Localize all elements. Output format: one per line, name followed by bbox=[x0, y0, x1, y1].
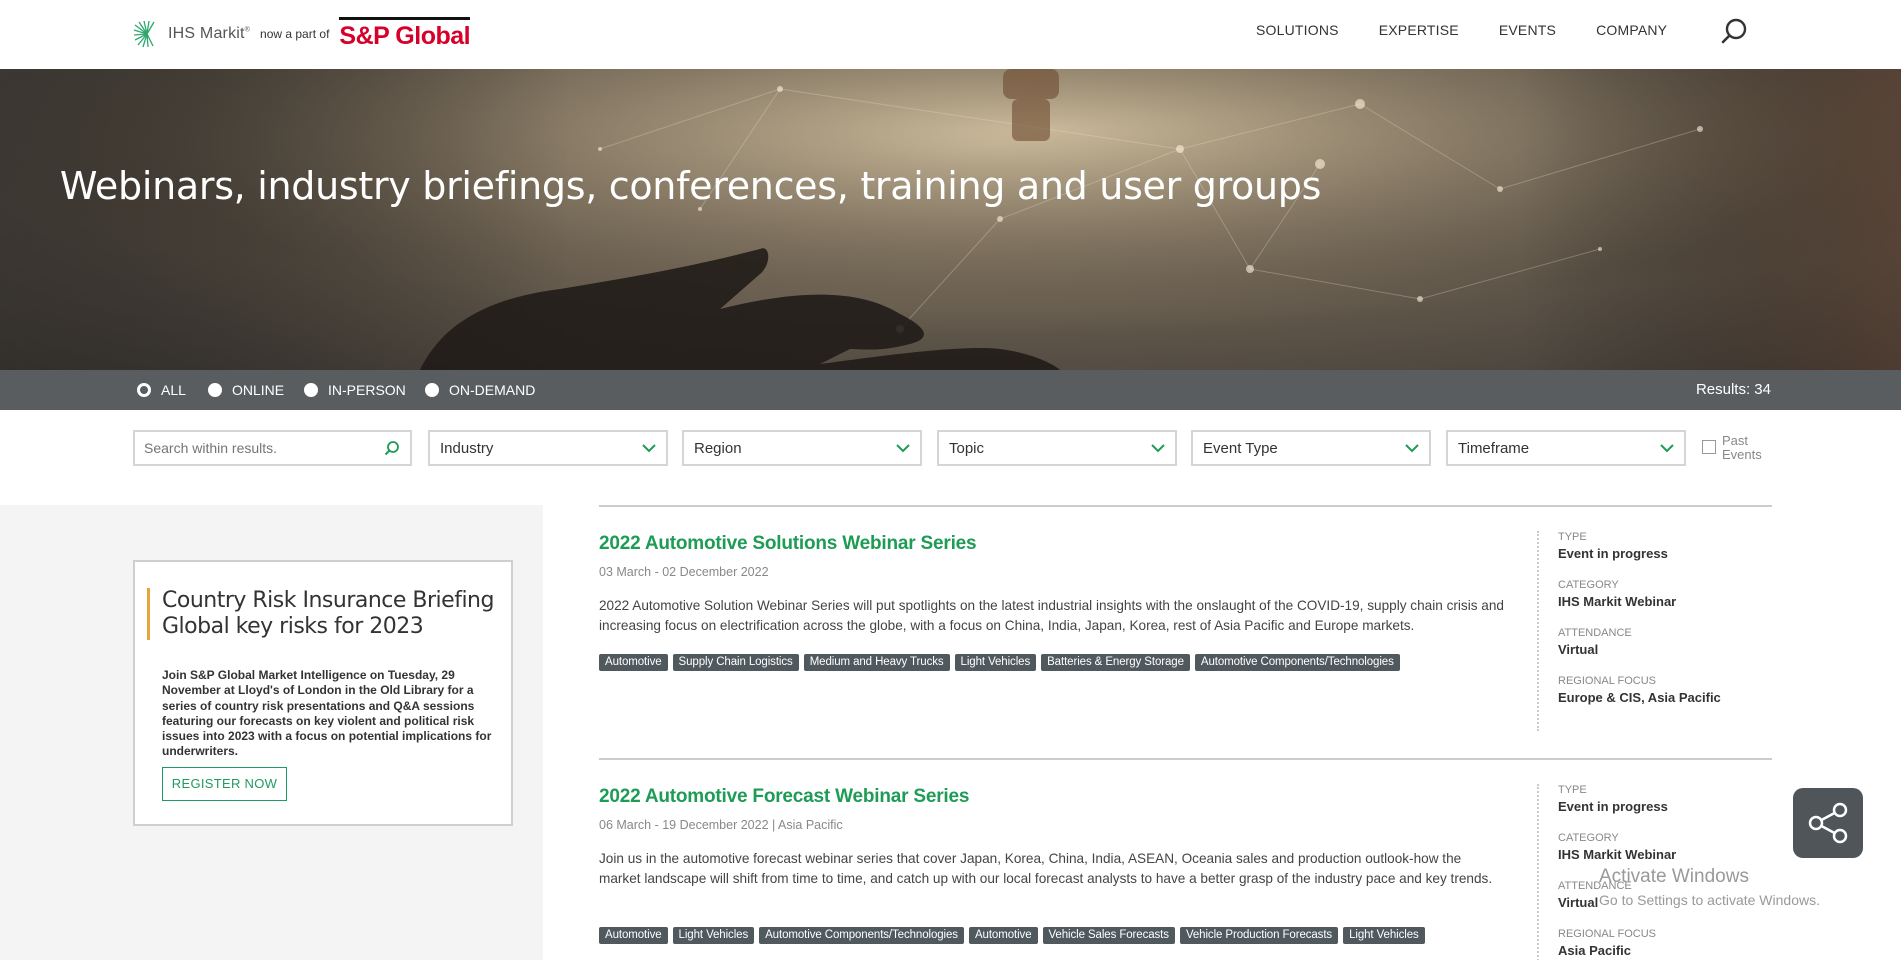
nav-expertise[interactable]: EXPERTISE bbox=[1379, 22, 1459, 38]
tag[interactable]: Automotive Components/Technologies bbox=[1194, 654, 1400, 671]
event-card: 2022 Automotive Forecast Webinar Series … bbox=[599, 758, 1772, 960]
tag[interactable]: Medium and Heavy Trucks bbox=[803, 654, 950, 671]
type-label: TYPE bbox=[1558, 531, 1587, 543]
watermark-title: Activate Windows bbox=[1599, 866, 1749, 887]
hero-banner: Webinars, industry briefings, conference… bbox=[0, 69, 1901, 370]
checkbox[interactable] bbox=[1702, 440, 1716, 454]
tag[interactable]: Light Vehicles bbox=[1343, 927, 1425, 944]
event-card: 2022 Automotive Solutions Webinar Series… bbox=[599, 505, 1772, 758]
chevron-down-icon bbox=[1151, 444, 1165, 453]
event-description: Join us in the automotive forecast webin… bbox=[599, 851, 1493, 886]
category-label: CATEGORY bbox=[1558, 832, 1619, 844]
attendance-label: ATTENDANCE bbox=[1558, 627, 1632, 639]
sidebar: Country Risk Insurance Briefing Global k… bbox=[0, 505, 543, 960]
filters-row: Industry Region Topic Event Type Timefra… bbox=[0, 410, 1901, 505]
type-value: Event in progress bbox=[1558, 799, 1668, 814]
radio-label-online: ONLINE bbox=[232, 382, 285, 398]
tag[interactable]: Automotive bbox=[599, 654, 668, 671]
chevron-down-icon bbox=[1660, 444, 1674, 453]
hero-background-image bbox=[0, 69, 1901, 370]
promo-card: Country Risk Insurance Briefing Global k… bbox=[133, 560, 513, 826]
sp-global-logo: S&P Global bbox=[339, 17, 471, 51]
radio-in-person[interactable] bbox=[304, 383, 318, 397]
ihs-markit-logo-icon bbox=[133, 20, 155, 48]
region-dropdown-label: Region bbox=[694, 440, 742, 457]
chevron-down-icon bbox=[896, 444, 910, 453]
regional-focus-label: REGIONAL FOCUS bbox=[1558, 928, 1656, 940]
promo-title[interactable]: Country Risk Insurance Briefing Global k… bbox=[147, 588, 497, 640]
radio-label-in-person: IN-PERSON bbox=[328, 382, 406, 398]
site-header: IHS Markit® now a part of S&P Global SOL… bbox=[0, 0, 1901, 69]
promo-description: Join S&P Global Market Intelligence on T… bbox=[162, 668, 492, 759]
nav-company[interactable]: COMPANY bbox=[1596, 22, 1667, 38]
nav-solutions[interactable]: SOLUTIONS bbox=[1256, 22, 1339, 38]
chevron-down-icon bbox=[1405, 444, 1419, 453]
topic-dropdown-label: Topic bbox=[949, 440, 985, 457]
register-now-button[interactable]: REGISTER NOW bbox=[162, 767, 287, 801]
filter-in-person[interactable]: IN-PERSON bbox=[304, 382, 406, 398]
tag[interactable]: Batteries & Energy Storage bbox=[1041, 654, 1190, 671]
event-tags: Automotive Supply Chain Logistics Medium… bbox=[599, 654, 1405, 671]
radio-label-on-demand: ON-DEMAND bbox=[449, 382, 536, 398]
event-date: 03 March - 02 December 2022 bbox=[599, 565, 769, 579]
type-label: TYPE bbox=[1558, 784, 1587, 796]
windows-activation-watermark: Activate Windows Go to Settings to activ… bbox=[1599, 866, 1820, 908]
tag[interactable]: Automotive bbox=[599, 927, 668, 944]
radio-online[interactable] bbox=[208, 383, 222, 397]
results-count: Results: 34 bbox=[1695, 381, 1771, 398]
past-events-checkbox[interactable]: Past Events bbox=[1702, 434, 1762, 462]
event-description: 2022 Automotive Solution Webinar Series … bbox=[599, 598, 1504, 633]
category-value: IHS Markit Webinar bbox=[1558, 594, 1677, 609]
filter-on-demand[interactable]: ON-DEMAND bbox=[425, 382, 535, 398]
category-label: CATEGORY bbox=[1558, 579, 1619, 591]
tag[interactable]: Vehicle Sales Forecasts bbox=[1042, 927, 1175, 944]
event-date: 06 March - 19 December 2022 | Asia Pacif… bbox=[599, 818, 843, 832]
tag[interactable]: Vehicle Production Forecasts bbox=[1179, 927, 1339, 944]
page-title: Webinars, industry briefings, conference… bbox=[59, 164, 1322, 208]
tag[interactable]: Automotive bbox=[968, 927, 1038, 944]
share-icon bbox=[1808, 802, 1848, 844]
region-dropdown[interactable]: Region bbox=[682, 430, 922, 466]
event-tags: Automotive Light Vehicles Automotive Com… bbox=[599, 927, 1430, 944]
watermark-subtitle: Go to Settings to activate Windows. bbox=[1599, 892, 1820, 908]
timeframe-dropdown[interactable]: Timeframe bbox=[1446, 430, 1686, 466]
share-button[interactable] bbox=[1793, 788, 1863, 858]
regional-focus-value: Europe & CIS, Asia Pacific bbox=[1558, 690, 1721, 705]
filter-online[interactable]: ONLINE bbox=[208, 382, 284, 398]
search-icon[interactable] bbox=[384, 440, 400, 456]
radio-all-selected[interactable] bbox=[137, 383, 151, 397]
main-nav: SOLUTIONS EXPERTISE EVENTS COMPANY bbox=[1256, 22, 1707, 38]
type-value: Event in progress bbox=[1558, 546, 1668, 561]
past-events-label: Past Events bbox=[1722, 433, 1762, 462]
tag[interactable]: Automotive Components/Technologies bbox=[759, 927, 964, 944]
topic-dropdown[interactable]: Topic bbox=[937, 430, 1177, 466]
logo[interactable]: IHS Markit® now a part of S&P Global bbox=[132, 10, 471, 58]
radio-on-demand[interactable] bbox=[425, 383, 439, 397]
search-input[interactable] bbox=[135, 432, 365, 464]
event-title[interactable]: 2022 Automotive Solutions Webinar Series bbox=[599, 533, 977, 555]
regional-focus-value: Asia Pacific bbox=[1558, 943, 1631, 958]
industry-dropdown-label: Industry bbox=[440, 440, 494, 457]
now-a-part-of-text: now a part of bbox=[260, 27, 330, 41]
event-title[interactable]: 2022 Automotive Forecast Webinar Series bbox=[599, 786, 969, 808]
radio-label-all: ALL bbox=[161, 382, 186, 398]
attendance-value: Virtual bbox=[1558, 642, 1599, 657]
chevron-down-icon bbox=[642, 444, 656, 453]
timeframe-dropdown-label: Timeframe bbox=[1458, 440, 1530, 457]
tag[interactable]: Light Vehicles bbox=[672, 927, 755, 944]
event-type-dropdown[interactable]: Event Type bbox=[1191, 430, 1431, 466]
tag[interactable]: Supply Chain Logistics bbox=[672, 654, 799, 671]
regional-focus-label: REGIONAL FOCUS bbox=[1558, 675, 1656, 687]
nav-events[interactable]: EVENTS bbox=[1499, 22, 1556, 38]
ihs-markit-wordmark: IHS Markit® bbox=[168, 25, 251, 42]
category-value: IHS Markit Webinar bbox=[1558, 847, 1677, 862]
event-meta: TYPE Event in progress CATEGORY IHS Mark… bbox=[1537, 531, 1721, 731]
filter-all[interactable]: ALL bbox=[137, 382, 186, 398]
search-within-results[interactable] bbox=[133, 430, 412, 466]
event-type-dropdown-label: Event Type bbox=[1203, 440, 1278, 457]
event-type-filter-bar: ALL ONLINE IN-PERSON ON-DEMAND Results: … bbox=[0, 370, 1901, 410]
industry-dropdown[interactable]: Industry bbox=[428, 430, 668, 466]
search-icon[interactable] bbox=[1720, 16, 1750, 46]
tag[interactable]: Light Vehicles bbox=[954, 654, 1037, 671]
